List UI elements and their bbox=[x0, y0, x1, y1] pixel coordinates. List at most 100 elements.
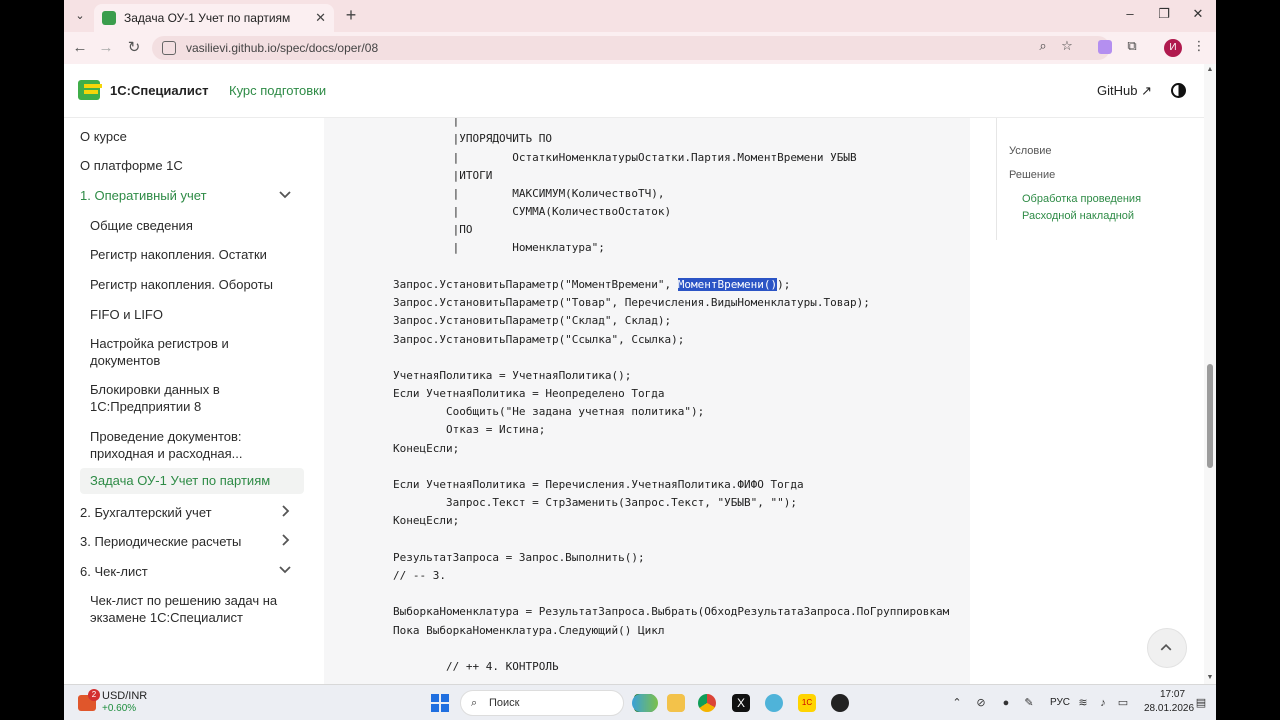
code-line: Запрос.УстановитьПараметр("Товар", Переч… bbox=[393, 296, 870, 309]
back-to-top-button[interactable] bbox=[1147, 628, 1187, 668]
chevron-right-icon[interactable] bbox=[278, 533, 292, 547]
scroll-up-icon[interactable]: ▲ bbox=[1204, 66, 1216, 73]
code-line: // -- 3. bbox=[393, 569, 446, 582]
page-scrollbar[interactable]: ▲ ▼ bbox=[1204, 64, 1216, 684]
browser-menu-icon[interactable]: ⋮ bbox=[1190, 38, 1208, 54]
search-icon: ⌕ bbox=[471, 697, 478, 709]
sidebar-item-operative[interactable]: 1. Оперативный учет bbox=[80, 187, 207, 204]
chevron-up-icon bbox=[1160, 643, 1172, 651]
toc-item-condition[interactable]: Условие bbox=[1009, 145, 1052, 157]
browser-app-icon[interactable] bbox=[765, 694, 783, 712]
tray-network-off-icon[interactable]: ⊘ bbox=[974, 696, 988, 710]
clock-time[interactable]: 17:07 bbox=[1160, 689, 1185, 700]
battery-icon[interactable]: ▭ bbox=[1116, 696, 1130, 710]
sidebar-item-fifo[interactable]: FIFO и LIFO bbox=[90, 306, 280, 323]
language-indicator[interactable]: РУС bbox=[1050, 697, 1070, 708]
sidebar-item-general[interactable]: Общие сведения bbox=[90, 217, 280, 234]
toc-item-solution[interactable]: Решение bbox=[1009, 169, 1055, 181]
sidebar-item-checklist[interactable]: 6. Чек-лист bbox=[80, 563, 148, 580]
volume-icon[interactable]: ♪ bbox=[1096, 696, 1110, 710]
code-block[interactable]: | |УПОРЯДОЧИТЬ ПО | ОстаткиНоменклатурыО… bbox=[324, 118, 970, 684]
close-window-icon[interactable]: ✕ bbox=[1188, 6, 1208, 22]
brand-name[interactable]: 1С:Специалист bbox=[110, 83, 208, 98]
sidebar-item-checklist-exam[interactable]: Чек-лист по решению задач на экзамене 1С… bbox=[90, 592, 300, 626]
tab-strip: ⌄ Задача ОУ-1 Учет по партиям ✕ + – ❐ ✕ bbox=[64, 0, 1216, 32]
news-widget-icon[interactable] bbox=[632, 694, 658, 712]
code-line: УчетнаяПолитика = УчетнаяПолитика(); bbox=[393, 369, 632, 382]
sidebar-item-turnovers[interactable]: Регистр накопления. Обороты bbox=[90, 276, 280, 293]
sidebar-item-accounting[interactable]: 2. Бухгалтерский учет bbox=[80, 504, 212, 521]
tab-close-icon[interactable]: ✕ bbox=[315, 10, 326, 26]
code-line: | МАКСИМУМ(КоличествоТЧ), bbox=[393, 187, 665, 200]
forward-icon[interactable]: → bbox=[96, 38, 116, 58]
github-link[interactable]: GitHub ↗ bbox=[1097, 83, 1152, 99]
sidebar-item-about[interactable]: О курсе bbox=[80, 128, 127, 145]
tray-app-icon[interactable]: ● bbox=[999, 696, 1013, 710]
chevron-down-icon[interactable] bbox=[278, 188, 292, 202]
scroll-thumb[interactable] bbox=[1207, 364, 1213, 468]
sidebar-item-periodic[interactable]: 3. Периодические расчеты bbox=[80, 533, 241, 550]
external-link-icon: ↗ bbox=[1141, 83, 1152, 98]
code-line: // ++ 4. КОНТРОЛЬ bbox=[393, 660, 559, 673]
code-line: |УПОРЯДОЧИТЬ ПО bbox=[393, 132, 552, 145]
reload-icon[interactable]: ↻ bbox=[124, 38, 144, 58]
wifi-icon[interactable]: ≋ bbox=[1076, 696, 1090, 710]
new-tab-icon[interactable]: + bbox=[340, 5, 362, 27]
sidebar-item-setup[interactable]: Настройка регистров и документов bbox=[90, 335, 280, 369]
site-favicon-icon bbox=[102, 11, 116, 25]
restore-icon[interactable]: ❐ bbox=[1154, 6, 1174, 22]
code-line: Сообщить("Не задана учетная политика"); bbox=[393, 405, 705, 418]
tab-active[interactable]: Задача ОУ-1 Учет по партиям ✕ bbox=[94, 4, 334, 32]
file-explorer-icon[interactable] bbox=[667, 694, 685, 712]
code-line: Если УчетнаяПолитика = Перечисления.Учет… bbox=[393, 478, 804, 491]
tray-chevron-up-icon[interactable]: ⌃ bbox=[950, 696, 964, 710]
code-line: КонецЕсли; bbox=[393, 442, 460, 455]
taskbar-search[interactable]: ⌕ Поиск bbox=[460, 690, 624, 716]
obs-icon[interactable] bbox=[831, 694, 849, 712]
sidebar-item-locks[interactable]: Блокировки данных в 1С:Предприятии 8 bbox=[90, 381, 280, 415]
tray-pen-icon[interactable]: ✎ bbox=[1022, 696, 1036, 710]
notifications-icon[interactable]: ▤ bbox=[1194, 696, 1208, 710]
logo-icon[interactable] bbox=[78, 78, 104, 102]
back-icon[interactable]: ← bbox=[70, 38, 90, 58]
site-info-icon[interactable] bbox=[162, 41, 176, 55]
windows-start-icon[interactable] bbox=[431, 694, 449, 712]
chrome-icon[interactable] bbox=[698, 694, 716, 712]
windows-taskbar: 2 USD/INR +0.60% ⌕ Поиск X 1С ⌃ ⊘ ● ✎ РУ… bbox=[64, 684, 1216, 720]
sidebar-item-balances[interactable]: Регистр накопления. Остатки bbox=[90, 246, 280, 263]
code-line: ВыборкаНоменклатура = РезультатЗапроса.В… bbox=[393, 605, 950, 618]
code-line: Запрос.УстановитьПараметр("Ссылка", Ссыл… bbox=[393, 333, 685, 346]
toc-item-posting[interactable]: Обработка проведения bbox=[1022, 193, 1141, 205]
theme-toggle-icon[interactable] bbox=[1171, 83, 1186, 98]
clock-date[interactable]: 28.01.2026 bbox=[1144, 703, 1194, 714]
zoom-icon[interactable]: ⌕ bbox=[1034, 38, 1052, 54]
code-line: | bbox=[393, 118, 460, 127]
profile-avatar[interactable]: И bbox=[1164, 39, 1182, 57]
code-line: |ПО bbox=[393, 223, 473, 236]
tab-search-icon[interactable]: ⌄ bbox=[70, 6, 90, 26]
sidebar-item-platform[interactable]: О платформе 1С bbox=[80, 157, 183, 174]
course-link[interactable]: Курс подготовки bbox=[229, 83, 326, 98]
address-bar[interactable]: vasilievi.github.io/spec/docs/oper/08 bbox=[152, 36, 1110, 60]
extension-icon[interactable] bbox=[1098, 40, 1112, 54]
site-header: 1С:Специалист Курс подготовки GitHub ↗ bbox=[64, 64, 1204, 118]
sidebar-item-posting[interactable]: Проведение документов: приходная и расхо… bbox=[90, 428, 280, 462]
code-line: Запрос.УстановитьПараметр("Склад", Склад… bbox=[393, 314, 672, 327]
chevron-right-icon[interactable] bbox=[278, 504, 292, 518]
code-line: | СУММА(КоличествоОстаток) bbox=[393, 205, 672, 218]
table-of-contents: Условие Решение Обработка проведения Рас… bbox=[996, 118, 1196, 240]
sidebar-nav: О курсе О платформе 1С 1. Оперативный уч… bbox=[64, 118, 312, 684]
bookmark-star-icon[interactable]: ☆ bbox=[1058, 38, 1076, 54]
extensions-puzzle-icon[interactable]: ⧉ bbox=[1123, 38, 1141, 54]
letterbox-left bbox=[0, 0, 64, 720]
scroll-down-icon[interactable]: ▼ bbox=[1204, 674, 1216, 681]
sidebar-item-current[interactable]: Задача ОУ-1 Учет по партиям bbox=[80, 468, 304, 494]
1c-app-icon[interactable]: 1С bbox=[798, 694, 816, 712]
ticker-change: +0.60% bbox=[102, 703, 137, 714]
toc-item-invoice[interactable]: Расходной накладной bbox=[1022, 210, 1134, 222]
minimize-icon[interactable]: – bbox=[1120, 6, 1140, 21]
x-app-icon[interactable]: X bbox=[732, 694, 750, 712]
ticker-name[interactable]: USD/INR bbox=[102, 690, 147, 702]
chevron-down-icon[interactable] bbox=[278, 563, 292, 577]
code-line: РезультатЗапроса = Запрос.Выполнить(); bbox=[393, 551, 645, 564]
